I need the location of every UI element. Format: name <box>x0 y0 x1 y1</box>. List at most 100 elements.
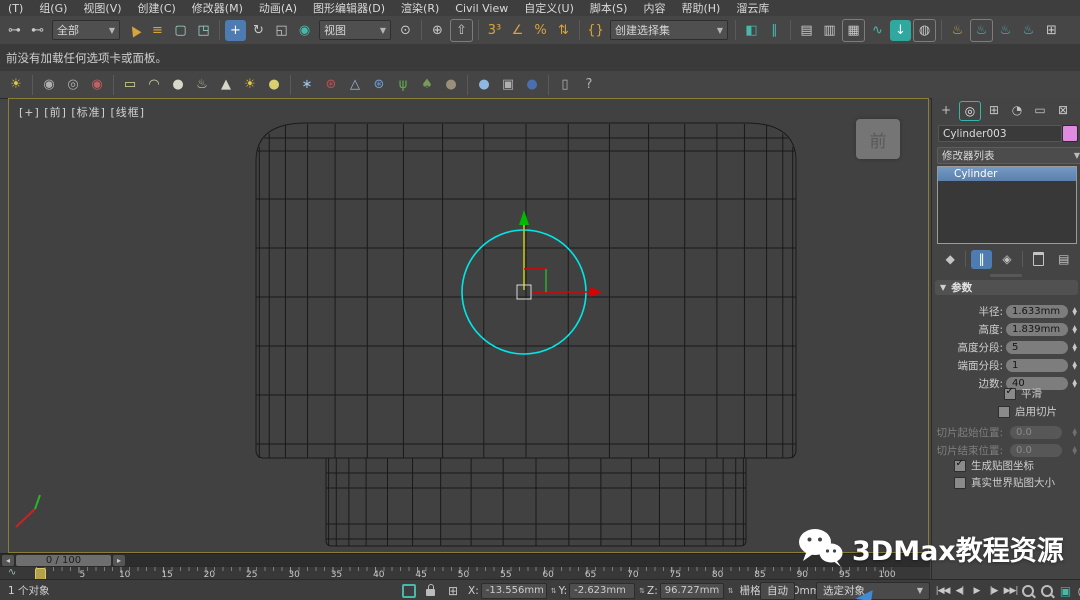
mirror-icon[interactable]: ◧ <box>741 20 762 41</box>
dome-icon[interactable]: ◠ <box>143 74 165 96</box>
menu-content[interactable]: 内容 <box>635 0 673 16</box>
align-icon[interactable]: ∥ <box>764 20 785 41</box>
play-button[interactable]: ▶ <box>968 583 985 599</box>
spinner-arrows-icon[interactable]: ▲▼ <box>1072 344 1077 352</box>
x-spinner[interactable]: ⇅ <box>551 587 557 595</box>
rendered-frame-window-icon[interactable]: ♨ <box>970 19 993 42</box>
a360-gallery-icon[interactable]: ⊞ <box>1041 20 1062 41</box>
menu-views[interactable]: 视图(V) <box>75 0 129 16</box>
menu-civil-view[interactable]: Civil View <box>447 2 516 15</box>
spinner-arrows-icon[interactable]: ▲▼ <box>1072 308 1077 316</box>
selection-lock-icon[interactable] <box>426 589 435 596</box>
grass-icon[interactable]: ψ <box>392 74 414 96</box>
spinner-arrows-icon[interactable]: ▲▼ <box>1072 326 1077 334</box>
z-coordinate-field[interactable]: 96.727mm <box>660 583 724 599</box>
menu-group[interactable]: 组(G) <box>31 0 75 16</box>
checkbox[interactable] <box>954 460 966 472</box>
make-unique-icon[interactable]: ◈ <box>997 250 1017 269</box>
parameter-field[interactable]: 1.839mm <box>1006 323 1068 336</box>
pyramid-icon[interactable]: △ <box>344 74 366 96</box>
next-frame-button[interactable]: |▶ <box>985 583 1002 599</box>
layer-explorer-icon[interactable]: ▥ <box>819 20 840 41</box>
target-camera-icon[interactable]: ◉ <box>38 74 60 96</box>
cone-icon[interactable]: ▲ <box>215 74 237 96</box>
curve-editor-icon[interactable]: ∿ <box>867 20 888 41</box>
menu-scripting[interactable]: 脚本(S) <box>582 0 636 16</box>
menu-animation[interactable]: 动画(A) <box>251 0 305 16</box>
sphere-icon[interactable]: ● <box>167 74 189 96</box>
select-and-scale-icon[interactable]: ◱ <box>271 20 292 41</box>
auto-key-button[interactable]: 自动 <box>760 582 795 600</box>
dark-sphere-icon[interactable]: ● <box>521 74 543 96</box>
modifier-stack[interactable]: Cylinder <box>937 166 1077 244</box>
select-and-manipulate-icon[interactable]: ⊕ <box>427 20 448 41</box>
tab-utilities[interactable]: ⊠ <box>1053 101 1073 119</box>
help-icon[interactable]: ? <box>578 74 600 96</box>
named-selection-sets-dropdown[interactable]: 创建选择集▼ <box>610 20 728 40</box>
reference-coordinate-system-dropdown[interactable]: 视图▼ <box>319 20 391 40</box>
menu-liuyunku[interactable]: 溜云库 <box>728 0 777 16</box>
transform-typein-icon[interactable]: ⊞ <box>448 584 458 598</box>
tab-display[interactable]: ▭ <box>1030 101 1050 119</box>
percent-snap-icon[interactable]: % <box>530 20 551 41</box>
spinner-snap-icon[interactable]: ⇅ <box>553 20 574 41</box>
tab-hierarchy[interactable]: ⊞ <box>984 101 1004 119</box>
physical-camera-icon[interactable]: ◉ <box>86 74 108 96</box>
spinner-arrows-icon[interactable]: ▲▼ <box>1072 429 1077 437</box>
select-by-name-icon[interactable]: ≡ <box>147 20 168 41</box>
select-and-link-icon[interactable]: ⊶ <box>4 20 25 41</box>
render-setup-icon[interactable]: ♨ <box>947 20 968 41</box>
tab-motion[interactable]: ◔ <box>1007 101 1027 119</box>
modifier-list-dropdown[interactable]: 修改器列表 ▼ <box>937 147 1080 164</box>
unlink-selection-icon[interactable]: ⊷ <box>27 20 48 41</box>
tab-create[interactable]: + <box>936 101 956 119</box>
goto-start-button[interactable]: |◀◀ <box>934 583 951 599</box>
prev-frame-arrow[interactable]: ◂ <box>2 555 14 566</box>
parameter-field[interactable]: 1 <box>1006 359 1068 372</box>
material-editor-icon[interactable]: ◍ <box>913 19 936 42</box>
geosphere-icon[interactable]: ● <box>263 74 285 96</box>
schematic-view-icon[interactable]: ↓ <box>890 20 911 41</box>
render-production-icon[interactable]: ♨ <box>995 20 1016 41</box>
remove-modifier-icon[interactable] <box>1028 250 1048 269</box>
panel-icon[interactable]: ▯ <box>554 74 576 96</box>
prev-frame-button[interactable]: ◀| <box>951 583 968 599</box>
zoom-extents-icon[interactable]: ▣ <box>1057 582 1074 599</box>
parameters-rollout-header[interactable]: ▼ 参数 <box>935 280 1078 295</box>
menu-tools[interactable]: (T) <box>0 2 31 15</box>
object-name-field[interactable]: Cylinder003 <box>938 125 1062 142</box>
time-slider[interactable]: 0 / 100 <box>16 555 111 566</box>
atom-icon[interactable]: ⊛ <box>368 74 390 96</box>
viewport-label[interactable]: [+] [前] [标准] [线框] <box>19 104 145 120</box>
menu-help[interactable]: 帮助(H) <box>673 0 728 16</box>
select-and-rotate-icon[interactable]: ↻ <box>248 20 269 41</box>
panel-grip[interactable] <box>990 274 1022 277</box>
spinner-arrows-icon[interactable]: ▲▼ <box>1072 362 1077 370</box>
isolate-selection-icon[interactable] <box>402 584 416 598</box>
sky-sphere-icon[interactable]: ● <box>473 74 495 96</box>
keyboard-shortcut-override-icon[interactable]: ⇧ <box>450 19 473 42</box>
checkbox[interactable] <box>998 406 1010 418</box>
use-pivot-point-center-icon[interactable]: ⊙ <box>395 20 416 41</box>
menu-create[interactable]: 创建(C) <box>130 0 184 16</box>
menu-modifiers[interactable]: 修改器(M) <box>184 0 251 16</box>
mini-curve-editor-icon[interactable]: ∿ <box>8 567 16 578</box>
angle-snap-icon[interactable]: ∠ <box>507 20 528 41</box>
pin-stack-icon[interactable]: ◆ <box>940 250 960 269</box>
y-spinner[interactable]: ⇅ <box>639 587 645 595</box>
parameter-field[interactable]: 5 <box>1006 341 1068 354</box>
select-and-move-icon[interactable]: + <box>225 20 246 41</box>
scene-explorer-icon[interactable]: ▤ <box>796 20 817 41</box>
select-object-icon[interactable]: ▲ <box>120 16 149 45</box>
modifier-stack-item[interactable]: Cylinder <box>938 167 1076 181</box>
spinner-arrows-icon[interactable]: ▲▼ <box>1072 447 1077 455</box>
object-color-swatch[interactable] <box>1062 125 1078 142</box>
parameter-field[interactable]: 0.0 <box>1010 444 1062 457</box>
edit-named-selection-sets-icon[interactable]: {} <box>585 20 606 41</box>
select-and-place-icon[interactable]: ◉ <box>294 20 315 41</box>
menu-rendering[interactable]: 渲染(R) <box>393 0 447 16</box>
viewcube[interactable]: 前 <box>856 119 900 159</box>
render-cloud-icon[interactable]: ♨ <box>1018 20 1039 41</box>
sun-icon[interactable]: ☀ <box>239 74 261 96</box>
show-end-result-icon[interactable]: ‖ <box>971 250 991 269</box>
